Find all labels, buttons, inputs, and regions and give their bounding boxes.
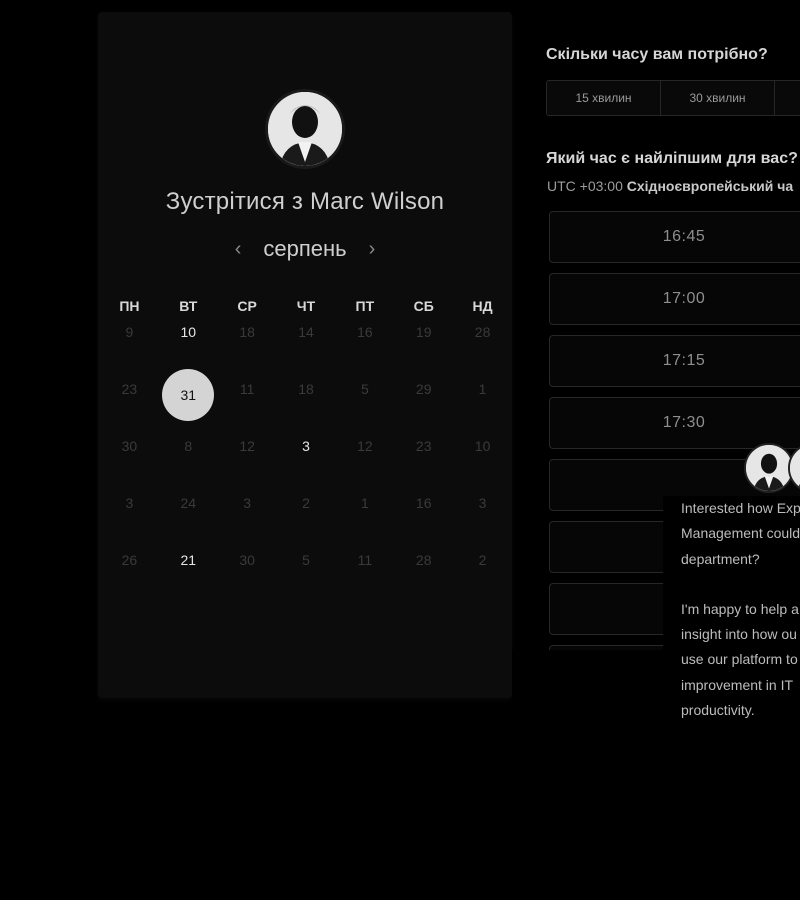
calendar-day[interactable]: 21 (159, 548, 218, 605)
time-slot[interactable]: 17:15 (549, 335, 800, 387)
duration-option-15[interactable]: 15 хвилин (547, 81, 661, 115)
calendar-day: 1 (478, 381, 487, 397)
calendar-day: 28 (474, 324, 491, 340)
weekday-label: ЧТ (296, 298, 316, 314)
calendar-day: 26 (121, 552, 138, 568)
time-question: Який час є найліпшим для вас? (546, 150, 798, 167)
chevron-left-icon[interactable]: ‹ (235, 239, 242, 259)
calendar-day[interactable]: 3 (277, 434, 336, 491)
calendar-day: 14 (298, 324, 314, 340)
weekday-label: ВТ (179, 298, 198, 314)
chat-line: Interested how Exp (681, 500, 800, 516)
meeting-title: Зустрітися з Marc Wilson (165, 188, 445, 215)
duration-selector: 15 хвилин 30 хвилин (546, 80, 800, 116)
calendar-day: 28 (415, 552, 432, 568)
calendar-day: 23 (121, 381, 138, 397)
calendar-day: 12 (239, 438, 255, 454)
chat-line: I'm happy to help a (681, 600, 799, 617)
chat-line: productivity. (681, 702, 755, 719)
chat-message[interactable]: Interested how Exp Management could depa… (663, 496, 800, 736)
calendar-grid: 9 10 18 14 16 19 28 23 31 11 18 5 29 1 30 8 12 3 12 23 10 3 24… (100, 320, 512, 605)
calendar-day: 3 (478, 495, 487, 511)
chat-agent-avatar (744, 443, 794, 493)
calendar-day: 23 (415, 438, 432, 454)
avatar-portrait-icon (746, 445, 792, 491)
calendar-day: 24 (180, 495, 197, 511)
duration-question: Скільки часу вам потрібно? (546, 46, 768, 63)
calendar-day: 30 (239, 552, 255, 568)
month-navigation: ‹ серпень › (98, 236, 512, 262)
timezone-label[interactable]: UTC +03:00 Східноєвропейський ча (547, 178, 793, 194)
calendar-day: 3 (243, 495, 252, 511)
calendar-day-selected[interactable]: 31 (159, 369, 218, 434)
chat-line: insight into how ou (681, 626, 797, 643)
weekday-label: СБ (413, 298, 434, 314)
chat-line: improvement in IT (681, 676, 794, 693)
calendar-day: 19 (415, 324, 432, 340)
duration-option-30[interactable]: 30 хвилин (661, 81, 775, 115)
calendar-day: 11 (357, 552, 373, 568)
calendar-day: 16 (415, 495, 432, 511)
calendar-day: 2 (302, 495, 310, 511)
weekday-label: ПТ (355, 298, 375, 314)
chat-line: use our platform to (681, 651, 798, 668)
weekday-label: ПН (119, 298, 140, 314)
calendar-day: 30 (121, 438, 138, 454)
chat-line: Management could (681, 525, 800, 542)
calendar-day: 5 (360, 381, 369, 397)
weekday-header: ПН ВТ СР ЧТ ПТ СБ НД (100, 298, 512, 314)
calendar-day: 11 (239, 381, 255, 397)
calendar-day: 18 (298, 381, 314, 397)
calendar-day: 12 (357, 438, 373, 454)
calendar-day: 1 (360, 495, 369, 511)
host-avatar (265, 89, 345, 169)
calendar-day-number: 31 (162, 369, 215, 421)
calendar-day: 10 (474, 438, 491, 454)
time-slot[interactable]: 17:30 (549, 397, 800, 449)
calendar-day: 29 (415, 381, 432, 397)
weekday-label: СР (237, 298, 257, 314)
weekday-label: НД (472, 298, 493, 314)
avatar-portrait-icon (268, 92, 342, 166)
time-slot[interactable]: 17:00 (549, 273, 800, 325)
timezone-name: Східноєвропейський ча (626, 178, 794, 194)
timezone-offset: UTC +03:00 (547, 178, 623, 194)
calendar-day: 9 (125, 324, 134, 340)
calendar-day: 2 (478, 552, 487, 568)
calendar-day: 8 (184, 438, 193, 454)
month-label: серпень (263, 236, 347, 261)
chat-line: department? (681, 550, 760, 567)
calendar-day: 16 (357, 324, 373, 340)
calendar-day: 3 (125, 495, 134, 511)
time-slot[interactable]: 16:45 (549, 211, 800, 263)
calendar-day: 5 (302, 552, 310, 568)
chevron-right-icon[interactable]: › (369, 239, 376, 259)
calendar-day: 18 (239, 324, 255, 340)
